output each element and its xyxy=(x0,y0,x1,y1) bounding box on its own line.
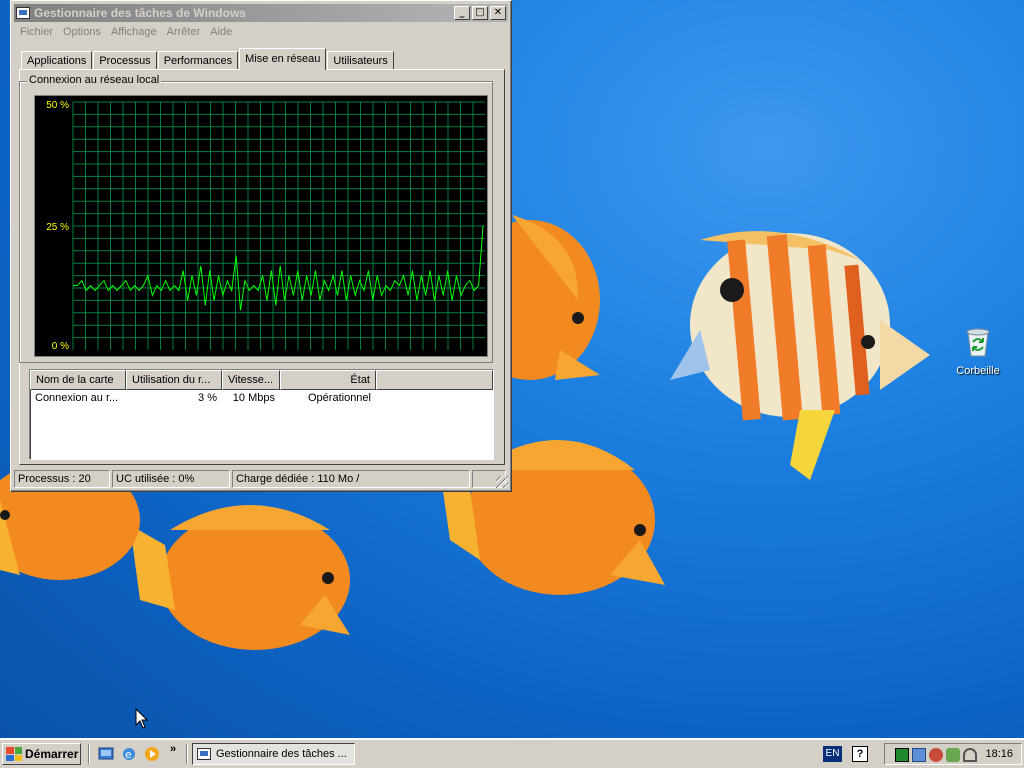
status-bar: Processus : 20 UC utilisée : 0% Charge d… xyxy=(14,470,508,488)
taskbar-button-task-manager[interactable]: Gestionnaire des tâches ... xyxy=(192,743,355,765)
help-icon[interactable]: ? xyxy=(852,746,868,762)
network-graph: 50 % 25 % 0 % xyxy=(34,95,488,357)
recycle-bin[interactable]: Corbeille xyxy=(948,326,1008,377)
close-button[interactable]: ✕ xyxy=(490,6,506,20)
clock: 18:16 xyxy=(985,748,1013,760)
recycle-bin-label: Corbeille xyxy=(956,365,1000,377)
task-manager-cpu-icon[interactable] xyxy=(895,748,909,762)
col-adapter-name[interactable]: Nom de la carte xyxy=(30,370,126,390)
cell-state: Opérationnel xyxy=(308,392,371,404)
svg-text:e: e xyxy=(125,748,132,761)
system-tray: 18:16 xyxy=(884,743,1022,765)
menu-options[interactable]: Options xyxy=(58,24,106,42)
cell-speed: 10 Mbps xyxy=(232,392,275,404)
desktop: Corbeille Gestionnaire des tâches de Win… xyxy=(0,0,1024,738)
language-indicator[interactable]: EN xyxy=(823,746,842,762)
y-tick-label: 0 % xyxy=(52,341,69,352)
connection-icon[interactable] xyxy=(963,748,977,762)
task-manager-icon xyxy=(16,7,30,19)
status-commit: Charge dédiée : 110 Mo / xyxy=(232,470,470,488)
maximize-button[interactable]: □ xyxy=(472,6,488,20)
cell-adapter-name: Connexion au r... xyxy=(35,392,119,404)
cell-usage: 3 % xyxy=(198,392,217,404)
col-usage[interactable]: Utilisation du r... xyxy=(126,370,222,390)
status-cpu: UC utilisée : 0% xyxy=(112,470,230,488)
menu-aide[interactable]: Aide xyxy=(205,24,237,42)
tab-applications[interactable]: Applications xyxy=(21,51,93,70)
media-player-icon[interactable] xyxy=(144,746,160,762)
col-state[interactable]: État xyxy=(280,370,376,390)
task-label: Gestionnaire des tâches ... xyxy=(216,748,347,760)
quicklaunch-more[interactable]: » xyxy=(170,743,176,755)
tab-processus[interactable]: Processus xyxy=(93,51,157,70)
groupbox-title: Connexion au réseau local xyxy=(27,74,162,86)
internet-explorer-icon[interactable]: e xyxy=(121,746,137,762)
tab-utilisateurs[interactable]: Utilisateurs xyxy=(327,51,394,70)
col-speed[interactable]: Vitesse... xyxy=(222,370,280,390)
col-filler xyxy=(376,370,493,390)
network-chart-svg: 50 % 25 % 0 % xyxy=(46,100,485,352)
resize-grip[interactable] xyxy=(496,476,508,488)
recycle-bin-icon xyxy=(966,328,990,357)
window-title: Gestionnaire des tâches de Windows xyxy=(34,6,246,20)
tab-mise-en-reseau[interactable]: Mise en réseau xyxy=(239,48,327,70)
task-manager-icon xyxy=(197,748,211,760)
windows-logo-icon xyxy=(6,747,22,761)
menu-arreter[interactable]: Arrêter xyxy=(162,24,206,42)
network-icon[interactable] xyxy=(912,748,926,762)
list-header: Nom de la carte Utilisation du r... Vite… xyxy=(30,370,493,390)
security-icon[interactable] xyxy=(929,748,943,762)
title-bar[interactable]: Gestionnaire des tâches de Windows _ □ ✕ xyxy=(14,4,508,22)
table-row[interactable]: Connexion au r... 3 % 10 Mbps Opérationn… xyxy=(30,392,493,408)
tab-strip: Applications Processus Performances Mise… xyxy=(21,48,395,70)
menu-bar: Fichier Options Affichage Arrêter Aide xyxy=(15,24,237,42)
show-desktop-icon[interactable] xyxy=(98,746,114,762)
y-tick-label: 25 % xyxy=(46,222,69,233)
menu-affichage[interactable]: Affichage xyxy=(106,24,162,42)
task-separator xyxy=(186,744,188,764)
update-icon[interactable] xyxy=(946,748,960,762)
start-button[interactable]: Démarrer xyxy=(2,743,81,765)
menu-fichier[interactable]: Fichier xyxy=(15,24,58,42)
quicklaunch-separator xyxy=(88,744,90,764)
adapter-list[interactable]: Nom de la carte Utilisation du r... Vite… xyxy=(29,369,494,460)
minimize-button[interactable]: _ xyxy=(454,6,470,20)
tab-performances[interactable]: Performances xyxy=(157,51,239,70)
taskbar: Démarrer e » Gestionnaire des tâches ...… xyxy=(0,738,1024,768)
y-tick-label: 50 % xyxy=(46,100,69,111)
mouse-cursor-icon xyxy=(135,708,149,729)
status-processes: Processus : 20 xyxy=(14,470,110,488)
start-label: Démarrer xyxy=(25,747,79,761)
